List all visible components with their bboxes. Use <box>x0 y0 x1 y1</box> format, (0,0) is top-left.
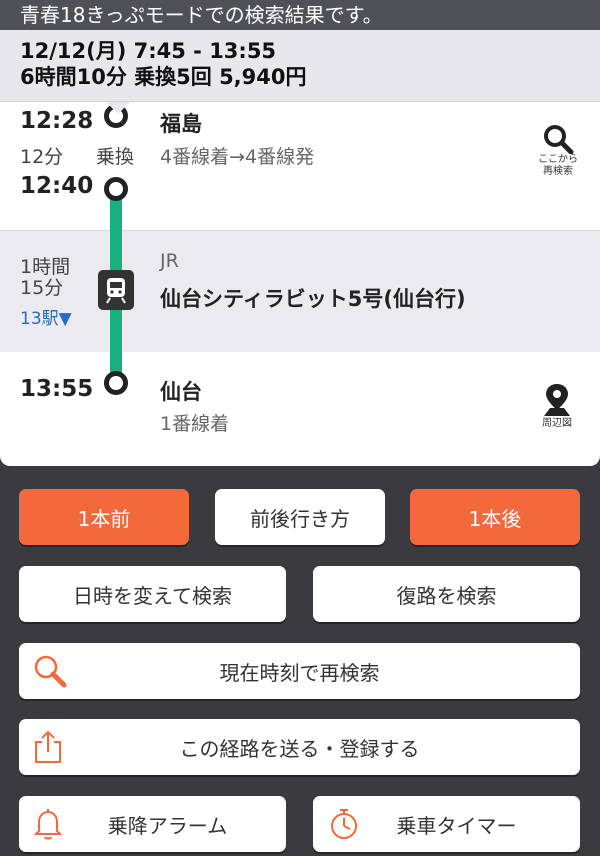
transfer-station-name[interactable]: 福島 <box>160 108 202 138</box>
timer-label: 乗車タイマー <box>396 813 517 838</box>
search-icon <box>544 125 574 154</box>
timer-button[interactable]: 乗車タイマー <box>313 796 580 852</box>
research-label-2: 再検索 <box>543 166 573 177</box>
transfer-label: 乗換 <box>96 146 135 168</box>
transfer-depart-time: 12:40 <box>20 173 94 199</box>
route-detail-card: 12:28 福島 12分 乗換 4番線着→4番線発 12:40 ここから 再検索… <box>0 102 600 466</box>
next-train-button[interactable]: 1本後 <box>410 489 580 545</box>
arrival-dot <box>104 371 128 395</box>
arrival-station-name[interactable]: 仙台 <box>160 376 202 406</box>
search-icon <box>34 655 67 688</box>
previous-train-button[interactable]: 1本前 <box>19 489 189 545</box>
train-name[interactable]: 仙台シティラビット5号(仙台行) <box>160 283 466 313</box>
stops-toggle[interactable]: 13駅▼ <box>20 304 72 329</box>
ride-duration-minutes: 15分 <box>20 277 64 299</box>
alarm-label: 乗降アラーム <box>107 813 228 838</box>
share-icon <box>35 730 61 763</box>
change-datetime-button[interactable]: 日時を変えて検索 <box>19 566 286 622</box>
summary-pointer <box>106 102 130 114</box>
mode-banner: 青春18きっぷモードでの検索結果です。 <box>0 0 600 30</box>
transfer-platform: 4番線着→4番線発 <box>160 146 315 168</box>
train-icon <box>98 270 134 310</box>
send-register-label: この経路を送る・登録する <box>179 736 420 761</box>
arrival-time: 13:55 <box>20 376 94 402</box>
divider <box>0 230 600 231</box>
transfer-wait-time: 12分 <box>20 146 64 168</box>
research-now-button[interactable]: 現在時刻で再検索 <box>19 643 580 699</box>
research-now-label: 現在時刻で再検索 <box>219 660 380 685</box>
area-map-button[interactable]: 周辺図 <box>542 382 572 430</box>
map-pin-icon <box>544 384 570 416</box>
bell-icon <box>33 809 63 840</box>
arrival-platform: 1番線着 <box>160 413 230 435</box>
around-routes-button[interactable]: 前後行き方 <box>215 489 385 545</box>
stopwatch-icon <box>331 809 357 839</box>
alarm-button[interactable]: 乗降アラーム <box>19 796 286 852</box>
send-register-button[interactable]: この経路を送る・登録する <box>19 719 580 775</box>
return-route-button[interactable]: 復路を検索 <box>313 566 580 622</box>
transfer-depart-dot <box>104 177 128 201</box>
research-from-here-button[interactable]: ここから 再検索 <box>538 124 578 178</box>
research-label-1: ここから <box>538 154 578 165</box>
summary-duration-fare: 6時間10分 乗換5回 5,940円 <box>20 65 307 89</box>
map-label: 周辺図 <box>542 418 572 429</box>
summary-date-time: 12/12(月) 7:45 - 13:55 <box>20 39 277 63</box>
route-summary: 12/12(月) 7:45 - 13:55 6時間10分 乗換5回 5,940円 <box>0 30 600 102</box>
transfer-arrive-time: 12:28 <box>20 108 94 134</box>
operator-label: JR <box>160 250 179 272</box>
